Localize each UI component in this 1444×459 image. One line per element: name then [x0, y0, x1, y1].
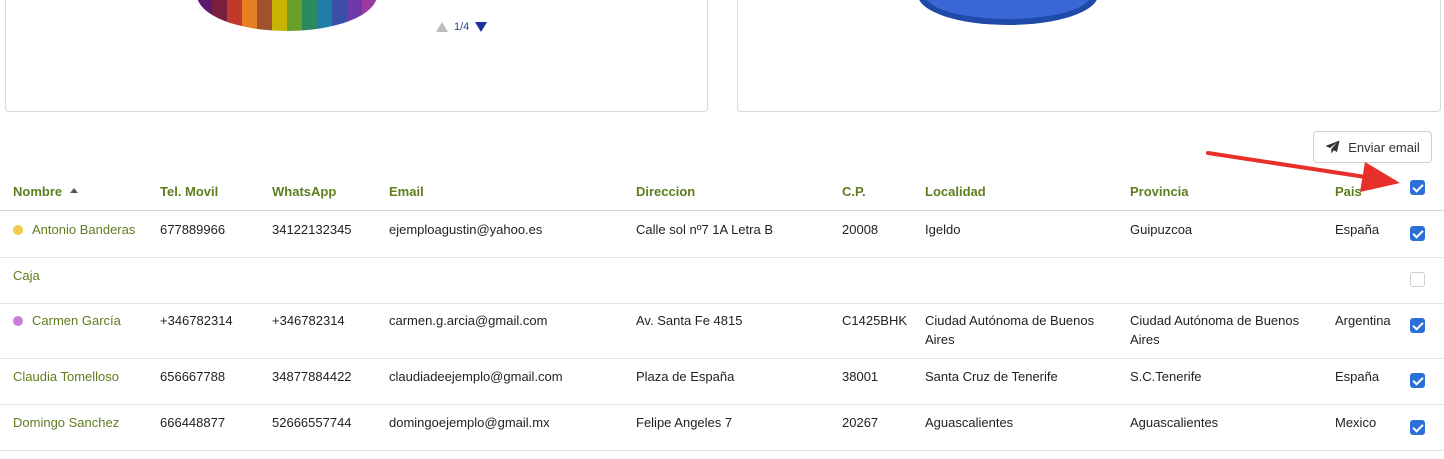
- col-header-address[interactable]: Direccion: [636, 184, 695, 199]
- contact-whatsapp: 52666557744: [272, 415, 352, 430]
- col-header-name-label: Nombre: [13, 184, 63, 199]
- contact-mobile: 666448877: [160, 415, 226, 430]
- contact-address: Av. Santa Fe 4815: [636, 313, 743, 328]
- contact-name[interactable]: Domingo Sanchez: [13, 413, 119, 432]
- contact-country: España: [1335, 222, 1380, 237]
- contact-mobile: 677889966: [160, 222, 226, 237]
- chart-panel-right: [737, 0, 1441, 112]
- contact-city: Santa Cruz de Tenerife: [925, 369, 1058, 384]
- col-header-country[interactable]: Pais: [1335, 184, 1362, 199]
- pie-slice: [287, 0, 303, 31]
- table-row[interactable]: Caja: [0, 258, 1444, 304]
- row-checkbox[interactable]: [1410, 420, 1425, 435]
- chart-panel-left: 1/4: [5, 0, 708, 112]
- contact-province: S.C.Tenerife: [1130, 369, 1202, 384]
- contact-address: Plaza de España: [636, 369, 735, 384]
- pager-down-icon[interactable]: [475, 22, 488, 32]
- col-header-province[interactable]: Provincia: [1130, 184, 1189, 199]
- contact-country: Mexico: [1335, 415, 1377, 430]
- contact-name[interactable]: Antonio Banderas: [32, 220, 135, 239]
- contact-name[interactable]: Carmen García: [32, 311, 121, 330]
- contact-postal: 38001: [842, 369, 879, 384]
- row-checkbox[interactable]: [1410, 226, 1425, 241]
- contact-postal: C1425BHK: [842, 313, 908, 328]
- contact-address: Calle sol nº7 1A Letra B: [636, 222, 773, 237]
- contact-color-dot: [13, 316, 23, 326]
- contact-city: Igeldo: [925, 222, 961, 237]
- col-header-name[interactable]: Nombre: [13, 184, 79, 199]
- contact-name[interactable]: Caja: [13, 266, 40, 285]
- contact-country: Argentina: [1335, 313, 1391, 328]
- pie-slice: [272, 0, 288, 31]
- pie-slice: [362, 0, 377, 31]
- contact-postal: 20267: [842, 415, 879, 430]
- pie-chart: [197, 0, 377, 31]
- contact-email: carmen.g.arcia@gmail.com: [389, 313, 548, 328]
- contact-province: Guipuzcoa: [1130, 222, 1193, 237]
- col-header-whatsapp[interactable]: WhatsApp: [272, 184, 336, 199]
- contact-mobile: 656667788: [160, 369, 226, 384]
- sort-asc-icon[interactable]: [70, 188, 79, 193]
- pie-slice: [332, 0, 348, 31]
- pie-slice: [317, 0, 333, 31]
- contact-whatsapp: 34122132345: [272, 222, 352, 237]
- contact-address: Felipe Angeles 7: [636, 415, 733, 430]
- pie-slice: [227, 0, 243, 31]
- pie-slice: [257, 0, 273, 31]
- pager-up-icon[interactable]: [436, 22, 448, 32]
- contact-color-dot: [13, 225, 23, 235]
- contact-whatsapp: +346782314: [272, 313, 345, 328]
- contact-name[interactable]: Claudia Tomelloso: [13, 367, 119, 386]
- col-header-city[interactable]: Localidad: [925, 184, 986, 199]
- col-header-email[interactable]: Email: [389, 184, 424, 199]
- contact-city: Aguascalientes: [925, 415, 1014, 430]
- pie-slice: [212, 0, 228, 31]
- contact-province: Ciudad Autónoma de Buenos Aires: [1130, 313, 1300, 347]
- chart-pager: 1/4: [436, 21, 488, 33]
- select-all-checkbox[interactable]: [1410, 180, 1425, 195]
- contact-province: Aguascalientes: [1130, 415, 1219, 430]
- contact-whatsapp: 34877884422: [272, 369, 352, 384]
- row-checkbox[interactable]: [1410, 318, 1425, 333]
- pie-slice: [347, 0, 363, 31]
- col-header-postal[interactable]: C.P.: [842, 184, 866, 199]
- table-row[interactable]: Carmen García +346782314 +346782314 carm…: [0, 304, 1444, 359]
- table-row[interactable]: Claudia Tomelloso 656667788 34877884422 …: [0, 359, 1444, 405]
- pie-slice: [242, 0, 258, 31]
- contact-mobile: +346782314: [160, 313, 233, 328]
- pie-slice: [197, 0, 213, 31]
- contact-country: España: [1335, 369, 1380, 384]
- contact-email: claudiadeejemplo@gmail.com: [389, 369, 563, 384]
- contact-email: ejemploagustin@yahoo.es: [389, 222, 543, 237]
- table-header: Nombre Tel. Movil WhatsApp Email Direcci…: [0, 176, 1444, 211]
- table-row[interactable]: Antonio Banderas 677889966 34122132345 e…: [0, 211, 1444, 258]
- contact-postal: 20008: [842, 222, 879, 237]
- pie-slice: [302, 0, 318, 31]
- col-header-mobile[interactable]: Tel. Movil: [160, 184, 218, 199]
- table-row[interactable]: Domingo Sanchez 666448877 52666557744 do…: [0, 405, 1444, 451]
- row-checkbox[interactable]: [1410, 272, 1425, 287]
- row-checkbox[interactable]: [1410, 373, 1425, 388]
- pager-count: 1/4: [454, 21, 470, 33]
- contact-email: domingoejemplo@gmail.mx: [389, 415, 550, 430]
- contact-city: Ciudad Autónoma de Buenos Aires: [925, 313, 1095, 347]
- donut-chart: [919, 0, 1097, 25]
